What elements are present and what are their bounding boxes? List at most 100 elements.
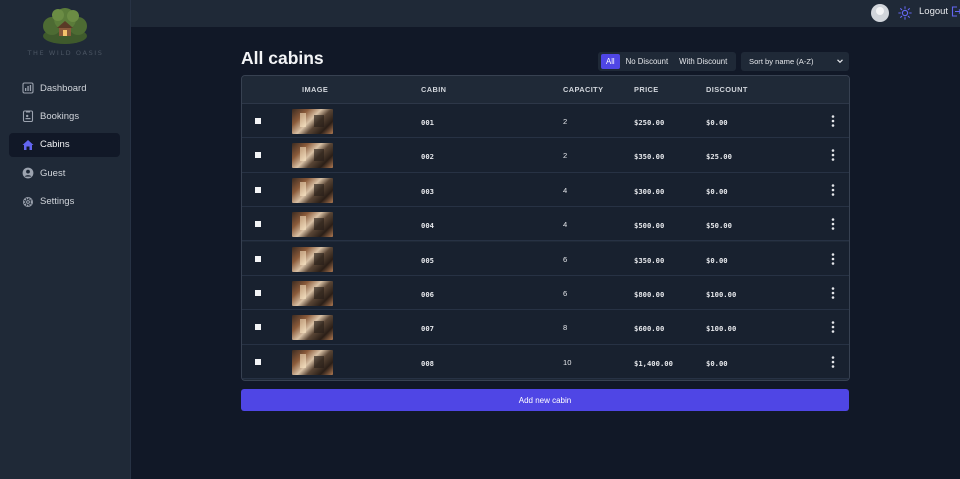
cabin-discount: $100.00 — [706, 290, 737, 299]
logout-icon — [952, 6, 960, 17]
table-row[interactable]: 003 4 $300.00 $0.00 — [242, 172, 849, 208]
filter-with-discount-button[interactable]: With Discount — [674, 54, 732, 69]
cabin-thumbnail — [292, 212, 333, 238]
brand-name: THE WILD OASIS — [27, 49, 104, 57]
chart-bar-icon — [21, 82, 34, 95]
cabin-name: 005 — [421, 255, 434, 265]
row-checkbox[interactable] — [255, 358, 261, 365]
filter-all-button[interactable]: All — [601, 54, 620, 69]
cabin-thumbnail — [292, 349, 333, 375]
cabin-capacity: 4 — [563, 220, 568, 230]
cabin-price: $800.00 — [634, 290, 665, 299]
cabin-capacity: 8 — [563, 323, 568, 333]
cabin-name: 002 — [421, 152, 434, 162]
more-vertical-icon[interactable] — [827, 252, 839, 266]
logo-icon — [43, 8, 87, 44]
more-vertical-icon[interactable] — [827, 148, 839, 162]
cabin-price: $300.00 — [634, 186, 665, 196]
gear-icon — [21, 195, 34, 208]
table-header: IMAGE CABIN CAPACITY PRICE DISCOUNT — [242, 76, 849, 104]
discount-filter: All No Discount With Discount — [598, 52, 737, 71]
sort-select[interactable]: Sort by name (A-Z) — [741, 52, 849, 71]
more-vertical-icon[interactable] — [827, 183, 839, 197]
cabin-thumbnail — [292, 315, 333, 341]
cabin-name: 006 — [421, 290, 434, 299]
sidebar-item-label: Cabins — [40, 139, 70, 151]
cabin-name: 007 — [421, 324, 434, 334]
column-header-image: IMAGE — [302, 85, 329, 94]
more-vertical-icon[interactable] — [827, 217, 839, 231]
row-checkbox[interactable] — [255, 324, 261, 331]
row-checkbox[interactable] — [255, 186, 261, 193]
column-header-price: PRICE — [634, 85, 659, 94]
user-circle-icon — [21, 167, 34, 180]
home-icon — [21, 138, 34, 151]
sidebar-item-bookings[interactable]: Bookings — [9, 104, 120, 128]
cabin-discount: $0.00 — [706, 186, 728, 196]
sun-icon[interactable] — [898, 6, 912, 20]
clipboard-icon — [21, 110, 34, 123]
sidebar-item-label: Settings — [40, 196, 75, 208]
cabin-discount: $100.00 — [706, 324, 737, 334]
cabin-price: $500.00 — [634, 221, 665, 231]
cabin-thumbnail — [292, 109, 333, 134]
sidebar-item-settings[interactable]: Settings — [9, 190, 120, 214]
chevron-down-icon — [837, 59, 843, 64]
cabin-capacity: 4 — [563, 185, 568, 195]
sidebar-item-label: Dashboard — [40, 82, 87, 94]
cabin-thumbnail — [292, 177, 333, 203]
cabin-price: $1,400.00 — [634, 358, 673, 368]
more-vertical-icon[interactable] — [827, 114, 839, 128]
column-header-capacity: CAPACITY — [563, 85, 604, 94]
cabin-capacity: 6 — [563, 289, 568, 298]
cabin-discount: $50.00 — [706, 221, 732, 231]
cabin-capacity: 2 — [563, 151, 568, 161]
top-header — [131, 0, 960, 27]
table-row[interactable]: 004 4 $500.00 $50.00 — [242, 207, 849, 242]
cabin-price: $250.00 — [634, 118, 665, 127]
table-row[interactable]: 008 10 $1,400.00 $0.00 — [242, 344, 849, 380]
sidebar-item-dashboard[interactable]: Dashboard — [9, 76, 120, 100]
page-title: All cabins — [241, 48, 324, 68]
filter-no-discount-button[interactable]: No Discount — [621, 54, 673, 69]
table-row[interactable]: 007 8 $600.00 $100.00 — [242, 310, 849, 345]
column-header-cabin: CABIN — [421, 85, 447, 94]
cabin-discount: $0.00 — [706, 358, 728, 368]
logout-label: Logout — [919, 6, 949, 17]
avatar[interactable] — [871, 4, 889, 22]
cabin-name: 003 — [421, 186, 434, 196]
row-checkbox[interactable] — [255, 255, 261, 262]
more-vertical-icon[interactable] — [827, 355, 839, 369]
cabin-name: 008 — [421, 358, 434, 368]
table-row[interactable]: 006 6 $800.00 $100.00 — [242, 276, 849, 311]
sort-selected-label: Sort by name (A-Z) — [749, 57, 814, 66]
cabin-price: $600.00 — [634, 324, 665, 334]
cabin-thumbnail — [292, 281, 333, 306]
logout-button[interactable]: Logout — [919, 6, 960, 17]
table-row[interactable]: 005 6 $350.00 $0.00 — [242, 241, 849, 276]
cabin-capacity: 10 — [563, 357, 572, 367]
row-checkbox[interactable] — [255, 290, 261, 296]
more-vertical-icon[interactable] — [827, 320, 839, 334]
row-checkbox[interactable] — [255, 152, 261, 159]
sidebar-item-guest[interactable]: Guest — [9, 161, 120, 185]
sidebar-nav: Dashboard Bookings Cabins Guest Settings — [9, 76, 120, 218]
cabin-discount: $0.00 — [706, 255, 728, 265]
cabin-capacity: 6 — [563, 254, 568, 264]
table-row[interactable]: 001 2 $250.00 $0.00 — [242, 104, 849, 139]
cabins-table: IMAGE CABIN CAPACITY PRICE DISCOUNT 001 … — [241, 75, 850, 381]
column-header-discount: DISCOUNT — [706, 85, 748, 94]
sidebar-item-label: Bookings — [40, 110, 80, 122]
cabin-discount: $25.00 — [706, 152, 732, 162]
cabin-name: 001 — [421, 118, 434, 127]
cabin-thumbnail — [292, 246, 333, 272]
cabin-price: $350.00 — [634, 255, 665, 265]
sidebar-item-cabins[interactable]: Cabins — [9, 132, 120, 157]
row-checkbox[interactable] — [255, 118, 261, 124]
more-vertical-icon[interactable] — [827, 286, 839, 300]
cabin-thumbnail — [292, 143, 333, 169]
cabin-capacity: 2 — [563, 117, 568, 126]
add-cabin-button[interactable]: Add new cabin — [241, 389, 849, 411]
row-checkbox[interactable] — [255, 221, 261, 228]
table-row[interactable]: 002 2 $350.00 $25.00 — [242, 138, 849, 173]
